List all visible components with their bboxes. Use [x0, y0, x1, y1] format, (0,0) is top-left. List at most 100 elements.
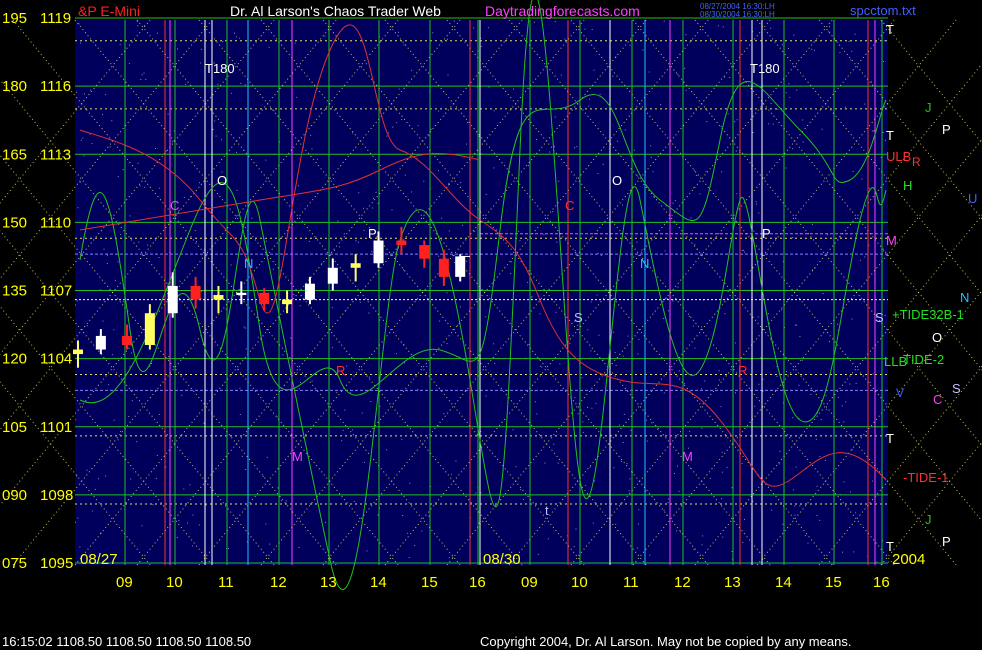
- legend-item: J: [925, 100, 932, 115]
- star-dot: [781, 44, 783, 46]
- star-dot: [86, 469, 88, 471]
- star-dot: [332, 347, 334, 349]
- star-dot: [849, 491, 851, 493]
- star-dot: [139, 185, 141, 187]
- star-dot: [772, 123, 774, 125]
- star-dot: [810, 393, 812, 395]
- legend-item: V: [896, 386, 904, 400]
- star-dot: [277, 487, 279, 489]
- star-dot: [152, 504, 154, 506]
- star-dot: [627, 335, 629, 337]
- star-dot: [120, 431, 122, 432]
- y-tick-label-outer: 075: [2, 555, 27, 572]
- candle-body: [213, 295, 224, 300]
- y-tick-label-outer: 165: [2, 146, 27, 163]
- star-dot: [637, 353, 639, 355]
- star-dot: [236, 151, 237, 153]
- star-dot: [352, 132, 354, 134]
- star-dot: [594, 480, 596, 482]
- star-dot: [560, 74, 562, 76]
- star-dot: [114, 280, 116, 282]
- legend-item: T: [886, 431, 894, 446]
- candle-body: [396, 240, 407, 246]
- star-dot: [668, 310, 669, 312]
- star-dot: [119, 44, 121, 46]
- star-dot: [158, 257, 160, 258]
- star-dot: [293, 294, 295, 295]
- star-dot: [273, 110, 275, 112]
- chart-annotation: S: [875, 310, 884, 325]
- star-dot: [786, 371, 788, 372]
- star-dot: [453, 20, 455, 22]
- star-dot: [480, 46, 482, 47]
- star-dot: [802, 141, 804, 143]
- star-dot: [674, 473, 675, 474]
- star-dot: [646, 419, 648, 421]
- star-dot: [587, 329, 589, 331]
- star-dot: [122, 169, 124, 171]
- star-dot: [559, 363, 561, 365]
- star-dot: [136, 20, 138, 22]
- star-dot: [554, 116, 556, 118]
- star-dot: [539, 359, 541, 361]
- star-dot: [300, 382, 301, 383]
- star-dot: [851, 318, 853, 320]
- star-dot: [842, 551, 843, 553]
- y-tick-label: 1098: [40, 487, 73, 504]
- star-dot: [575, 528, 577, 530]
- star-dot: [157, 32, 158, 34]
- star-dot: [76, 300, 78, 302]
- star-dot: [734, 121, 736, 123]
- x-tick-label: 14: [370, 574, 387, 591]
- star-dot: [694, 347, 696, 349]
- star-dot: [684, 67, 686, 69]
- star-dot: [168, 356, 170, 358]
- star-dot: [386, 449, 388, 451]
- star-dot: [722, 536, 724, 538]
- star-dot: [872, 373, 874, 375]
- star-dot: [851, 50, 853, 52]
- star-dot: [245, 348, 247, 350]
- star-dot: [408, 557, 410, 558]
- star-dot: [794, 514, 796, 516]
- candle-body: [95, 335, 106, 350]
- star-dot: [796, 324, 798, 326]
- star-dot: [816, 515, 818, 516]
- star-dot: [111, 120, 113, 122]
- star-dot: [79, 546, 81, 548]
- y-tick-label-outer: 120: [2, 351, 27, 368]
- star-dot: [731, 551, 733, 552]
- header-title: Dr. Al Larson's Chaos Trader Web: [230, 3, 441, 19]
- star-dot: [90, 89, 92, 91]
- star-dot: [788, 83, 790, 85]
- star-dot: [882, 132, 884, 133]
- star-dot: [727, 113, 729, 115]
- x-tick-label: 09: [116, 574, 133, 591]
- star-dot: [871, 480, 873, 482]
- star-dot: [706, 121, 708, 123]
- star-dot: [814, 391, 816, 393]
- star-dot: [637, 523, 639, 525]
- star-dot: [624, 129, 626, 131]
- star-dot: [128, 63, 130, 65]
- star-dot: [539, 313, 541, 315]
- star-dot: [776, 375, 778, 377]
- star-dot: [598, 334, 600, 336]
- star-dot: [663, 20, 665, 22]
- star-dot: [622, 204, 623, 206]
- star-dot: [590, 350, 592, 352]
- star-dot: [537, 553, 539, 555]
- x-tick-label: 09: [521, 574, 538, 591]
- star-dot: [539, 365, 541, 367]
- star-dot: [191, 545, 193, 547]
- star-dot: [189, 484, 191, 486]
- star-dot: [767, 313, 769, 315]
- star-dot: [446, 292, 448, 294]
- candle-body: [350, 263, 361, 268]
- star-dot: [720, 125, 722, 127]
- star-dot: [731, 487, 733, 489]
- star-dot: [341, 440, 343, 442]
- star-dot: [447, 74, 449, 76]
- star-dot: [853, 551, 855, 553]
- star-dot: [871, 81, 872, 83]
